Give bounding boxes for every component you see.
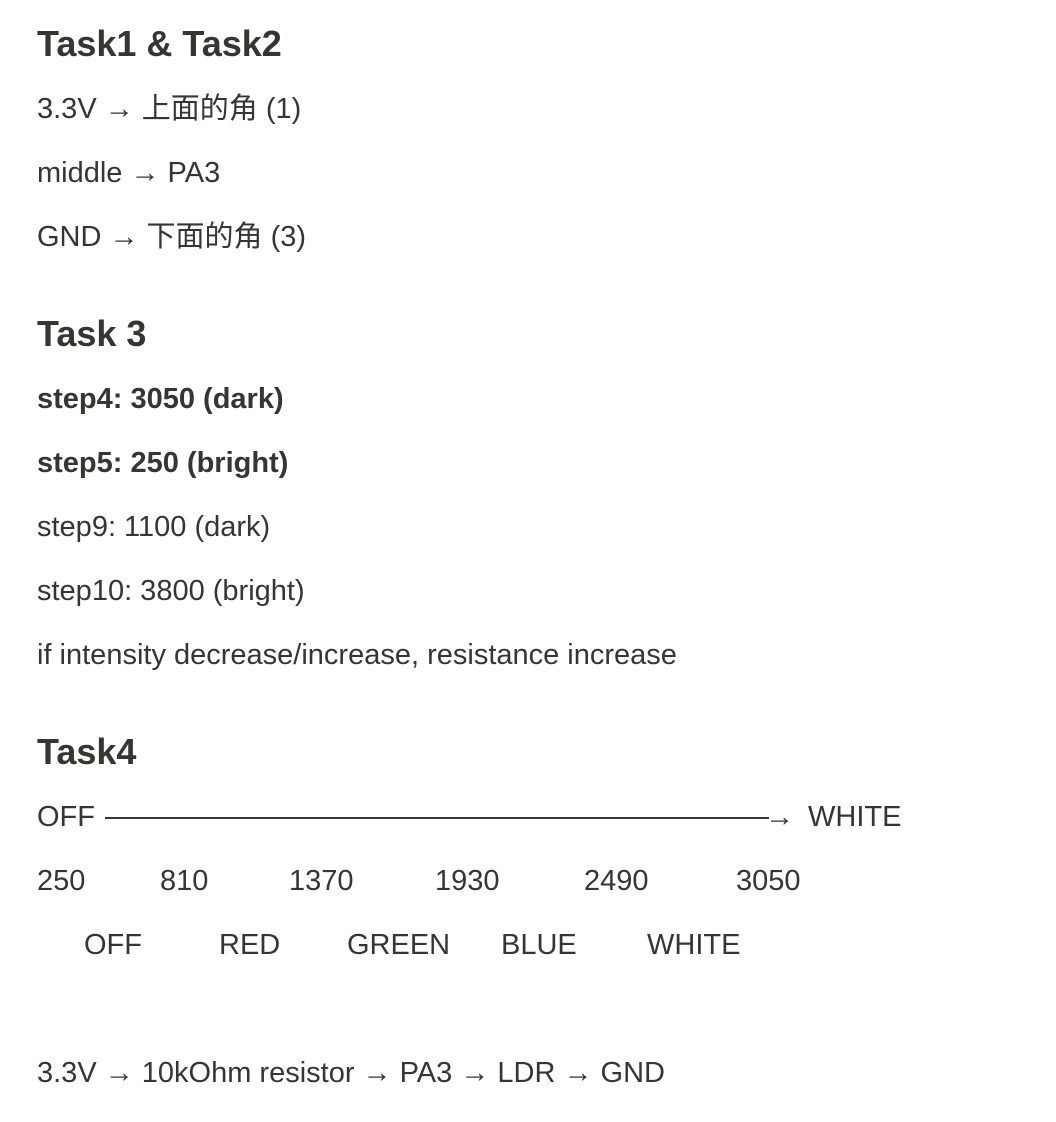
paragraph-line: step10: 3800 (bright) — [37, 575, 305, 607]
circuit-line: 3.3V → 10kOhm resistor → PA3 → LDR → GND — [37, 1057, 665, 1089]
heading-task3: Task 3 — [37, 313, 147, 354]
paragraph-line: middle → PA3 — [37, 157, 221, 189]
color-label: OFF — [84, 929, 142, 961]
color-label: GREEN — [347, 929, 451, 961]
paragraph-line: step9: 1100 (dark) — [37, 511, 271, 543]
color-label: RED — [219, 929, 281, 961]
heading-task4: Task4 — [37, 731, 137, 772]
paragraph-line-bold: step4: 3050 (dark) — [37, 383, 284, 415]
heading-task1-task2: Task1 & Task2 — [37, 23, 282, 64]
paragraph-line: if intensity decrease/increase, resistan… — [37, 639, 677, 671]
paragraph-line: GND → 下面的角 (3) — [37, 221, 307, 253]
color-label: BLUE — [501, 929, 577, 961]
threshold-value: 810 — [160, 865, 209, 897]
scale-line: OFF → WHITE — [37, 799, 937, 835]
scale-dash-bar — [105, 817, 769, 819]
threshold-value: 1370 — [289, 865, 354, 897]
threshold-value: 3050 — [736, 865, 801, 897]
paragraph-line-bold: step5: 250 (bright) — [37, 447, 289, 479]
paragraph-line: 3.3V → 上面的角 (1) — [37, 93, 302, 125]
scale-end-label: WHITE — [808, 801, 902, 833]
threshold-value: 1930 — [435, 865, 500, 897]
scale-start-label: OFF — [37, 801, 95, 833]
arrow-right-icon: → — [765, 801, 794, 833]
color-label: WHITE — [647, 929, 741, 961]
threshold-value: 2490 — [584, 865, 649, 897]
threshold-value: 250 — [37, 865, 86, 897]
